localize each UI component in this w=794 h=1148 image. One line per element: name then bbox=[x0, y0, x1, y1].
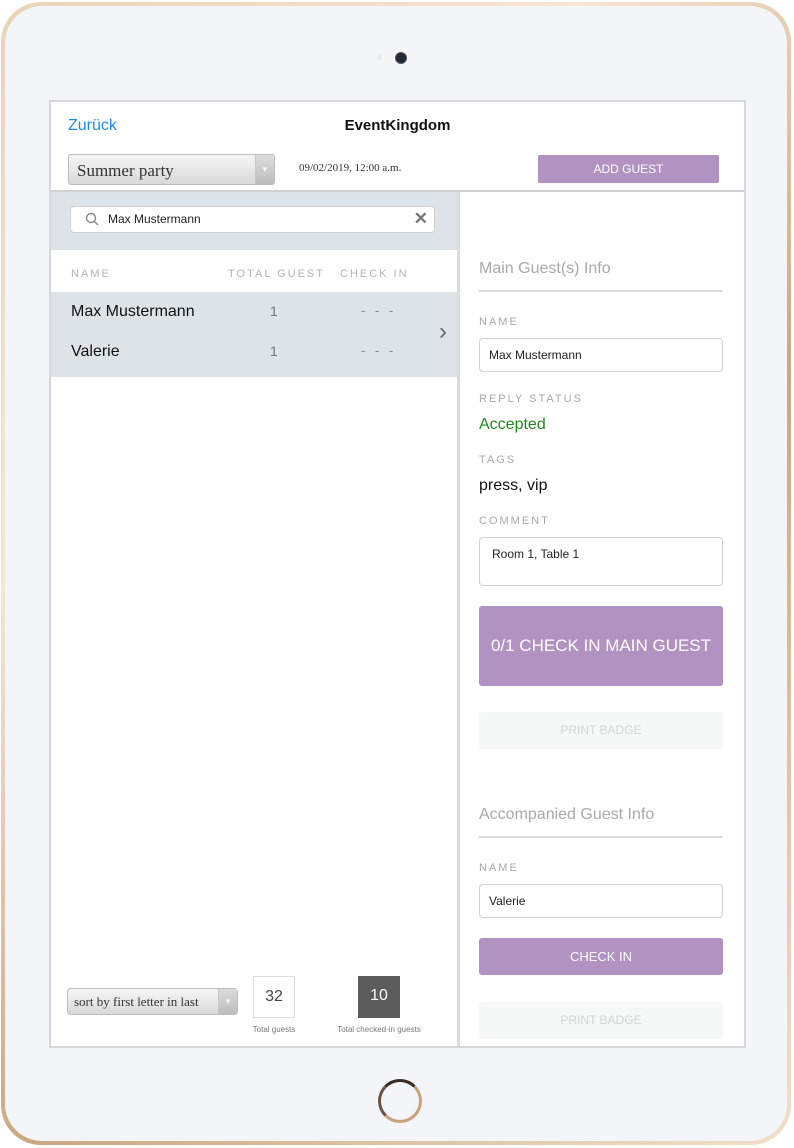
camera-icon bbox=[395, 52, 407, 64]
home-button[interactable] bbox=[378, 1079, 422, 1123]
guest-list-pane: Max Mustermann ✕ NAME TOTAL GUEST CHECK … bbox=[51, 192, 460, 1046]
comment-label: COMMENT bbox=[479, 515, 550, 527]
event-datetime: 09/02/2019, 12:00 a.m. bbox=[299, 162, 402, 174]
list-footer: sort by first letter in last ▼ 32 Total … bbox=[51, 976, 457, 1046]
search-icon bbox=[85, 212, 99, 226]
add-guest-button[interactable]: ADD GUEST bbox=[538, 155, 719, 183]
accompanied-guest-name-input[interactable] bbox=[479, 884, 723, 918]
accompanied-name-label: NAME bbox=[479, 862, 519, 874]
guest-name: Max Mustermann bbox=[71, 303, 195, 320]
guest-check-in: - - - bbox=[361, 303, 397, 318]
total-guests-label: Total guests bbox=[252, 1025, 296, 1034]
main-guest-name-input[interactable] bbox=[479, 338, 723, 372]
table-row[interactable]: Valerie 1 - - - bbox=[51, 332, 427, 372]
main-name-label: NAME bbox=[479, 316, 519, 328]
total-guests-count: 32 bbox=[253, 976, 295, 1018]
guest-detail-pane: Main Guest(s) Info NAME REPLY STATUS Acc… bbox=[460, 192, 744, 1046]
reply-status-label: REPLY STATUS bbox=[479, 393, 583, 405]
light-sensor bbox=[377, 55, 382, 60]
accompanied-guest-section-title: Accompanied Guest Info bbox=[479, 806, 723, 838]
event-select-value: Summer party bbox=[77, 161, 174, 180]
app-screen: Zurück EventKingdom Summer party ▼ 09/02… bbox=[49, 100, 746, 1048]
event-toolbar: Summer party ▼ 09/02/2019, 12:00 a.m. AD… bbox=[51, 150, 744, 192]
search-input[interactable]: Max Mustermann ✕ bbox=[70, 206, 435, 233]
guest-group-row[interactable]: Max Mustermann 1 - - - Valerie 1 - - - › bbox=[51, 292, 457, 377]
check-in-main-guest-button[interactable]: 0/1 CHECK IN MAIN GUEST bbox=[479, 606, 723, 686]
sort-select-value: sort by first letter in last bbox=[74, 994, 199, 1009]
guest-total: 1 bbox=[270, 303, 278, 319]
column-header-name[interactable]: NAME bbox=[71, 268, 111, 280]
reply-status-value: Accepted bbox=[479, 416, 546, 433]
checked-in-count: 10 bbox=[358, 976, 400, 1018]
comment-textarea[interactable]: Room 1, Table 1 bbox=[479, 537, 723, 586]
guest-check-in: - - - bbox=[361, 343, 397, 358]
column-header-total-guest[interactable]: TOTAL GUEST bbox=[228, 268, 325, 280]
tags-value: press, vip bbox=[479, 477, 548, 494]
chevron-down-icon: ▼ bbox=[255, 155, 274, 184]
chevron-down-icon: ▼ bbox=[218, 989, 237, 1014]
sort-select[interactable]: sort by first letter in last ▼ bbox=[67, 988, 238, 1015]
search-area: Max Mustermann ✕ bbox=[51, 192, 457, 250]
main-guest-section-title: Main Guest(s) Info bbox=[479, 260, 723, 292]
search-value: Max Mustermann bbox=[108, 212, 201, 226]
guest-name: Valerie bbox=[71, 343, 120, 360]
nav-bar: Zurück EventKingdom bbox=[51, 102, 744, 151]
tags-label: TAGS bbox=[479, 454, 517, 466]
column-header-check-in[interactable]: CHECK IN bbox=[340, 268, 409, 280]
check-in-accompanied-button[interactable]: CHECK IN bbox=[479, 938, 723, 975]
guest-total: 1 bbox=[270, 343, 278, 359]
checked-in-label: Total checked-in guests bbox=[337, 1025, 421, 1034]
print-badge-button[interactable]: PRINT BADGE bbox=[479, 712, 723, 749]
table-row[interactable]: Max Mustermann 1 - - - bbox=[51, 292, 427, 332]
chevron-right-icon[interactable]: › bbox=[439, 318, 447, 346]
event-select[interactable]: Summer party ▼ bbox=[68, 154, 275, 185]
clear-search-icon[interactable]: ✕ bbox=[414, 209, 428, 229]
print-badge-accompanied-button[interactable]: PRINT BADGE bbox=[479, 1002, 723, 1039]
guest-table-header: NAME TOTAL GUEST CHECK IN bbox=[51, 250, 457, 292]
app-title: EventKingdom bbox=[344, 117, 451, 134]
